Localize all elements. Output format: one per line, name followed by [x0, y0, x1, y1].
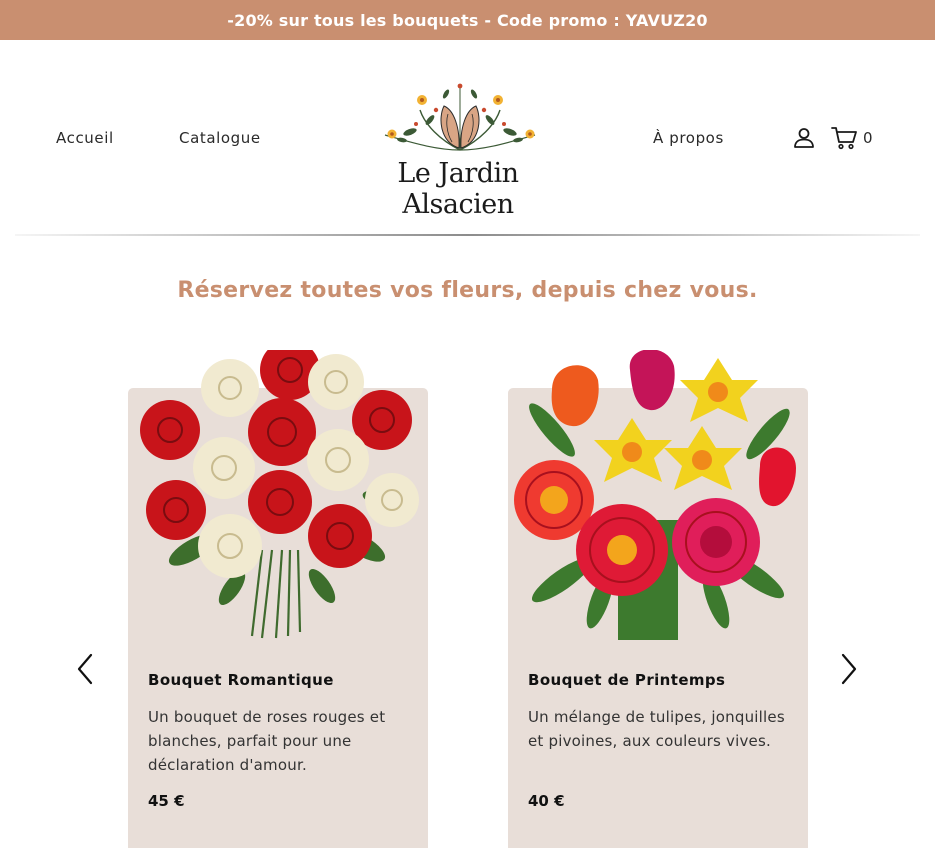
product-title: Bouquet de Printemps — [528, 671, 726, 689]
cart-count[interactable]: 0 — [863, 129, 873, 147]
product-description: Un bouquet de roses rouges et blanches, … — [148, 708, 386, 774]
logo-text: Le Jardin Alsacien — [397, 158, 519, 220]
page-tagline: Réservez toutes vos fleurs, depuis chez … — [177, 278, 758, 303]
product-title: Bouquet Romantique — [148, 671, 334, 689]
spring-bouquet-image — [514, 350, 796, 640]
site-header: Accueil Catalogue Le Jardin Alsacien À p… — [0, 40, 935, 236]
promo-text: -20% sur tous les bouquets - Code promo … — [227, 10, 708, 30]
nav-link-catalogue[interactable]: Catalogue — [179, 129, 261, 147]
header-divider — [15, 234, 920, 236]
cart-icon[interactable] — [831, 126, 859, 150]
product-card[interactable]: Bouquet Romantique Un bouquet de roses r… — [128, 350, 428, 848]
nav-link-about[interactable]: À propos — [653, 129, 724, 147]
chevron-left-icon[interactable] — [74, 652, 96, 686]
product-price: 45 € — [148, 792, 185, 810]
nav-link-home[interactable]: Accueil — [56, 129, 114, 147]
product-price: 40 € — [528, 792, 565, 810]
rose-bouquet-image — [140, 350, 419, 639]
product-card[interactable]: Bouquet de Printemps Un mélange de tulip… — [508, 350, 808, 848]
product-description: Un mélange de tulipes, jonquilles et piv… — [528, 708, 785, 750]
site-logo[interactable]: Le Jardin Alsacien — [340, 80, 576, 220]
promo-bar: -20% sur tous les bouquets - Code promo … — [0, 0, 935, 40]
floral-logo-art — [384, 83, 536, 151]
chevron-right-icon[interactable] — [838, 652, 860, 686]
user-icon[interactable] — [792, 126, 816, 150]
